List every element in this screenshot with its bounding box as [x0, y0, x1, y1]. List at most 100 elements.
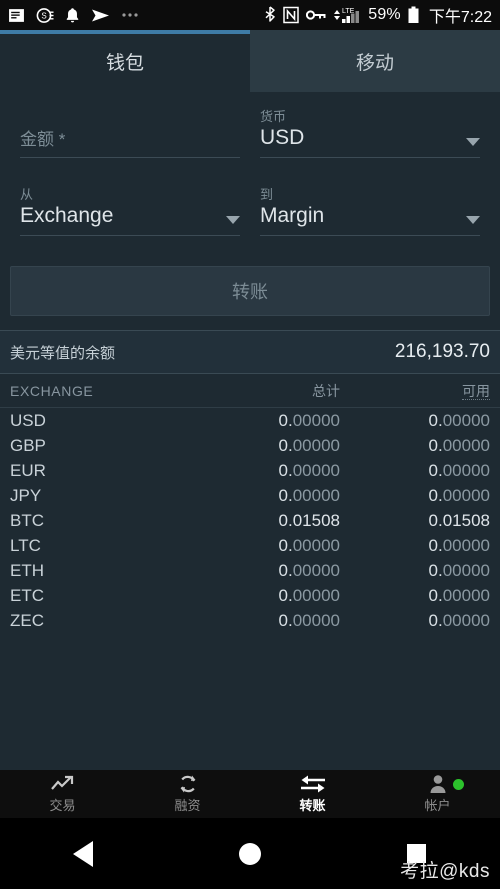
watermark-label: 考拉@kds — [400, 861, 490, 882]
row-total: 0.00000 — [278, 435, 340, 455]
row-symbol: BTC — [10, 510, 44, 530]
row-available: 0.01508 — [428, 510, 490, 530]
row-available: 0.00000 — [428, 460, 490, 480]
row-symbol: GBP — [10, 435, 46, 455]
row-total: 0.00000 — [278, 535, 340, 555]
person-icon — [429, 774, 447, 794]
table-row[interactable]: BTC 0.01508 0.01508 — [0, 508, 500, 533]
row-available: 0.00000 — [428, 610, 490, 627]
to-field-wrapper: 到 Margin — [250, 184, 490, 236]
home-circle-icon — [239, 842, 261, 865]
app-screen: S LTE 59% 下午7:22 钱包 移动 金额 * 货币 USD 从 Exc… — [0, 0, 500, 889]
android-navigation-bar: 考拉@kds — [0, 818, 500, 889]
row-available: 0.00000 — [428, 535, 490, 555]
nav-item-trade-label: 交易 — [49, 798, 76, 813]
nav-item-transfer-label: 转账 — [299, 798, 326, 813]
from-label: 从 — [20, 187, 34, 202]
row-symbol: USD — [10, 410, 46, 430]
currency-label: 货币 — [260, 109, 287, 124]
nav-item-transfer[interactable]: 转账 — [250, 770, 375, 818]
column-header-total[interactable]: 总计 — [190, 381, 340, 401]
table-row[interactable]: JPY 0.00000 0.00000 — [0, 483, 500, 508]
nav-item-trade[interactable]: 交易 — [0, 770, 125, 818]
row-total: 0.00000 — [278, 560, 340, 580]
row-available: 0.00000 — [428, 585, 490, 605]
lte-signal-icon: LTE — [333, 6, 361, 24]
tab-move[interactable]: 移动 — [250, 30, 500, 92]
from-select[interactable]: Exchange — [20, 202, 240, 236]
balance-bar: 美元等值的余额 216,193.70 — [0, 330, 500, 374]
nav-item-funding[interactable]: 融资 — [125, 770, 250, 818]
table-row[interactable]: ETC 0.00000 0.00000 — [0, 583, 500, 608]
row-available: 0.00000 — [428, 435, 490, 455]
to-value: Margin — [260, 204, 325, 227]
table-body[interactable]: USD 0.00000 0.00000 GBP 0.00000 0.00000 EUR 0.0… — [0, 408, 500, 627]
row-total: 0.00000 — [278, 585, 340, 605]
column-header-available-label: 可用 — [462, 382, 490, 400]
from-value: Exchange — [20, 204, 114, 227]
row-total: 0.01508 — [278, 510, 340, 530]
back-triangle-icon — [73, 840, 94, 867]
refresh-icon — [178, 774, 198, 794]
to-select[interactable]: Margin — [260, 202, 480, 236]
transfer-form: 金额 * 货币 USD 从 Exchange 到 Margin — [0, 92, 500, 262]
battery-percent-label: 59% — [368, 6, 401, 23]
table-row[interactable]: EUR 0.00000 0.00000 — [0, 458, 500, 483]
battery-icon — [408, 6, 419, 24]
status-bar-right-icons: LTE 59% 下午7:22 — [264, 3, 492, 27]
row-total: 0.00000 — [278, 610, 340, 627]
android-home-button[interactable] — [167, 842, 334, 865]
row-symbol: ETH — [10, 560, 44, 580]
tab-wallet[interactable]: 钱包 — [0, 30, 250, 92]
nfc-icon — [283, 6, 299, 24]
row-total: 0.00000 — [278, 460, 340, 480]
table-header-row: EXCHANGE 总计 可用 — [0, 374, 500, 408]
row-total: 0.00000 — [278, 485, 340, 505]
amount-placeholder: 金额 * — [20, 130, 66, 149]
chevron-down-icon — [226, 216, 240, 224]
balance-label: 美元等值的余额 — [10, 344, 116, 362]
bottom-navigation: 交易 融资 转账 帐户 — [0, 770, 500, 818]
transfer-button-label: 转账 — [232, 282, 268, 302]
tab-move-label: 移动 — [355, 52, 394, 74]
tab-wallet-label: 钱包 — [105, 52, 144, 74]
nav-item-funding-label: 融资 — [174, 798, 201, 813]
column-header-exchange: EXCHANGE — [10, 382, 94, 399]
more-icon — [121, 12, 139, 18]
row-symbol: JPY — [10, 485, 42, 505]
android-back-button[interactable] — [0, 840, 167, 867]
row-available: 0.00000 — [428, 410, 490, 430]
amount-input[interactable]: 金额 * — [20, 124, 240, 158]
transfer-button-wrapper: 转账 — [0, 262, 500, 330]
row-symbol: LTC — [10, 535, 41, 555]
bell-icon — [65, 7, 80, 24]
table-row[interactable]: ETH 0.00000 0.00000 — [0, 558, 500, 583]
currency-select[interactable]: USD — [260, 124, 480, 158]
from-field-wrapper: 从 Exchange — [10, 184, 250, 236]
table-row[interactable]: USD 0.00000 0.00000 — [0, 408, 500, 433]
table-row[interactable]: LTC 0.00000 0.00000 — [0, 533, 500, 558]
chevron-down-icon — [466, 216, 480, 224]
clock-label: 下午7:22 — [428, 9, 492, 26]
row-available: 0.00000 — [428, 560, 490, 580]
swap-arrows-icon — [299, 774, 327, 794]
tab-bar: 钱包 移动 — [0, 30, 500, 92]
status-online-dot — [453, 779, 464, 790]
table-row[interactable]: GBP 0.00000 0.00000 — [0, 433, 500, 458]
balance-value: 216,193.70 — [394, 341, 490, 362]
status-bar-left-icons: S — [8, 7, 139, 24]
amount-label — [20, 106, 240, 124]
row-available: 0.00000 — [428, 485, 490, 505]
table-row[interactable]: ZEC 0.00000 0.00000 — [0, 608, 500, 627]
row-symbol: EUR — [10, 460, 46, 480]
send-icon — [91, 8, 110, 23]
document-icon — [8, 7, 25, 24]
chevron-down-icon — [466, 138, 480, 146]
column-header-available[interactable]: 可用 — [340, 381, 490, 401]
row-symbol: ZEC — [10, 610, 44, 627]
holdings-table: EXCHANGE 总计 可用 USD 0.00000 0.00000 GBP 0.000… — [0, 374, 500, 626]
status-bar: S LTE 59% 下午7:22 — [0, 0, 500, 30]
to-label: 到 — [260, 187, 274, 202]
nav-item-account[interactable]: 帐户 — [375, 770, 500, 818]
transfer-button[interactable]: 转账 — [10, 266, 490, 316]
